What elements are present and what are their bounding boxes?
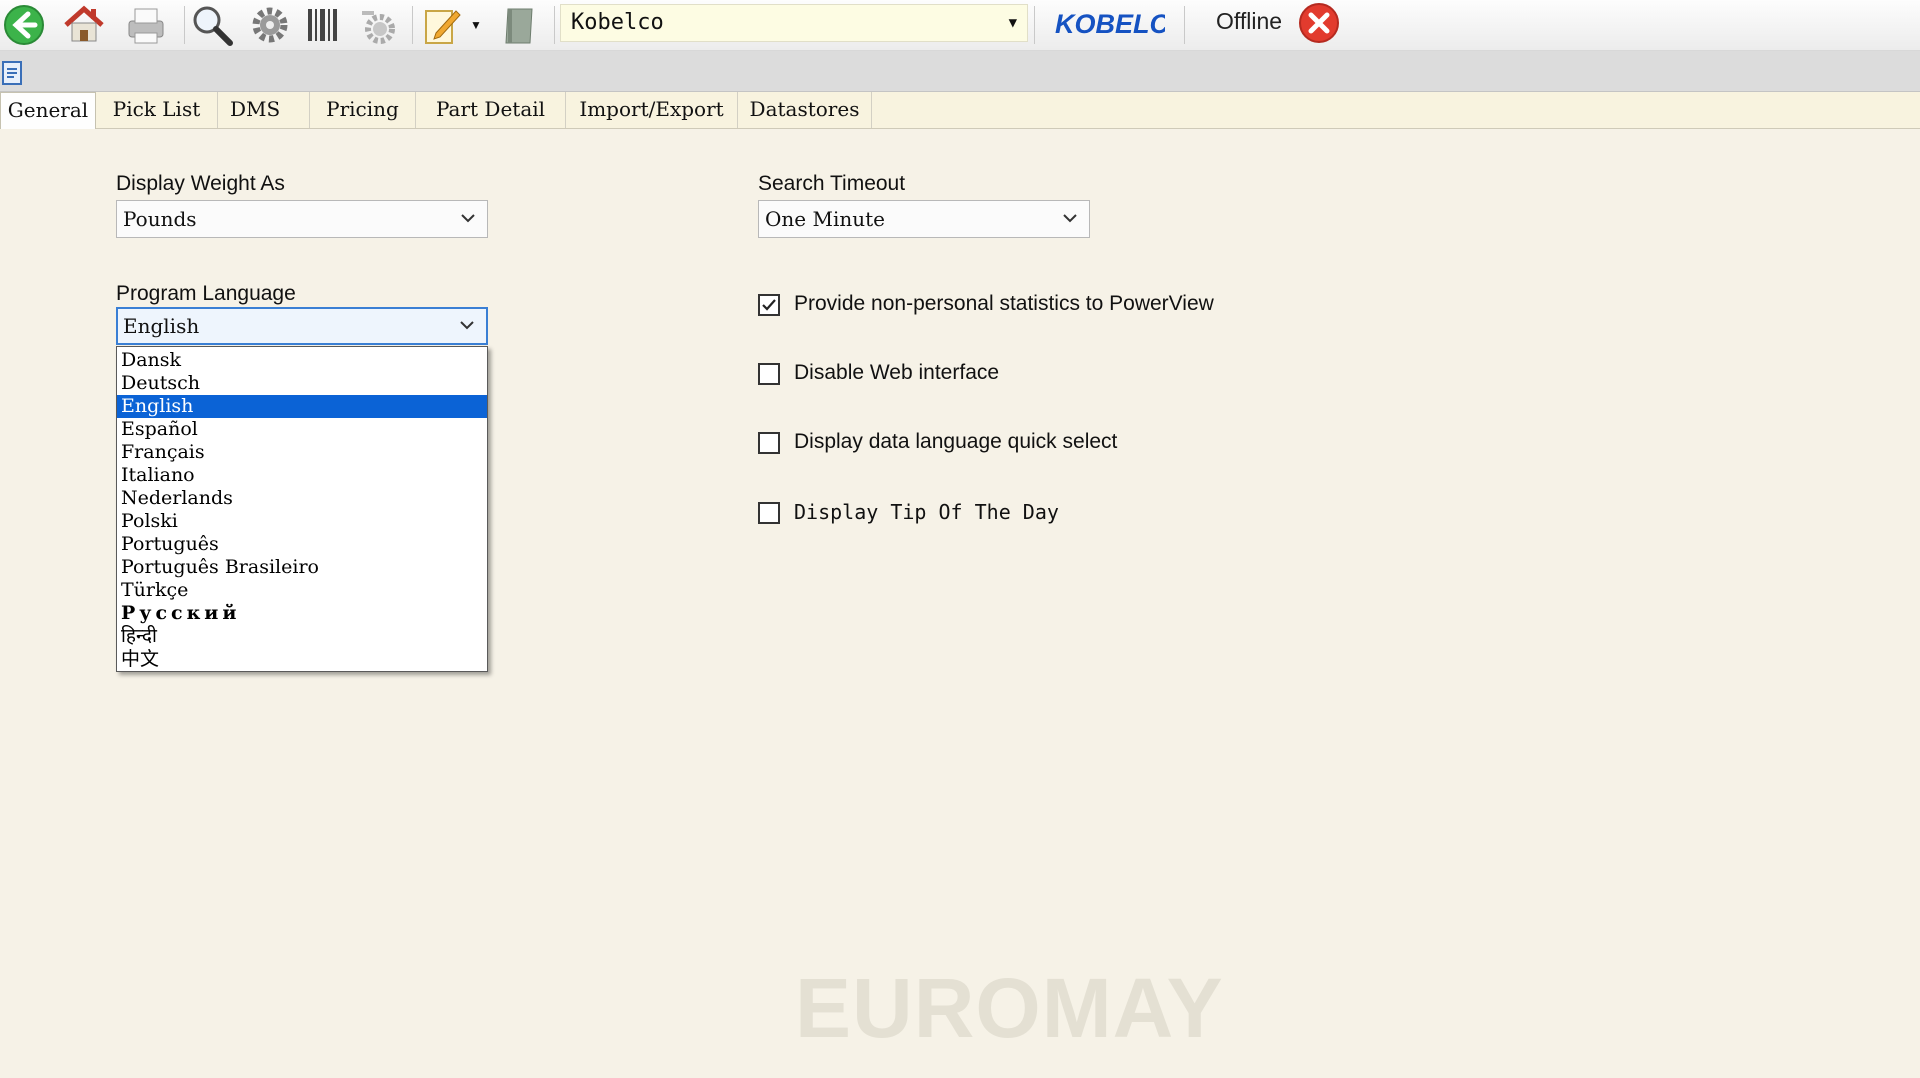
language-option-nederlands[interactable]: Nederlands bbox=[117, 487, 487, 510]
language-option-dansk[interactable]: Dansk bbox=[117, 349, 487, 372]
language-option-english[interactable]: English bbox=[117, 395, 487, 418]
statistics-checkbox-label: Provide non-personal statistics to Power… bbox=[794, 292, 1214, 315]
main-toolbar: ▼ Kobelco ▼ KOBELCO Offline bbox=[0, 0, 1920, 51]
language-option-espanol[interactable]: Español bbox=[117, 418, 487, 441]
tab-dms[interactable]: DMS bbox=[218, 92, 310, 128]
chevron-down-icon bbox=[461, 214, 475, 223]
print-icon[interactable] bbox=[124, 3, 168, 47]
notepad-icon[interactable] bbox=[420, 3, 464, 47]
document-icon[interactable] bbox=[2, 61, 24, 85]
kobelco-logo: KOBELCO bbox=[1055, 9, 1165, 39]
chevron-down-icon: ▼ bbox=[1008, 15, 1017, 31]
language-option-polski[interactable]: Polski bbox=[117, 510, 487, 533]
program-language-dropdown-list: Dansk Deutsch English Español Français I… bbox=[116, 346, 488, 672]
svg-text:KOBELCO: KOBELCO bbox=[1055, 9, 1165, 39]
language-option-portugues-brasileiro[interactable]: Português Brasileiro bbox=[117, 556, 487, 579]
toolbar-separator bbox=[1184, 6, 1185, 44]
tab-import-export[interactable]: Import/Export bbox=[566, 92, 738, 128]
search-timeout-value: One Minute bbox=[765, 207, 885, 231]
language-option-russian[interactable]: Русский bbox=[117, 602, 487, 625]
book-icon[interactable] bbox=[498, 3, 542, 47]
tip-of-day-checkbox-label: Display Tip Of The Day bbox=[794, 500, 1059, 524]
language-option-hindi[interactable]: हिन्दी bbox=[117, 625, 487, 648]
home-icon[interactable] bbox=[62, 3, 106, 47]
display-weight-value: Pounds bbox=[123, 207, 197, 231]
toolbar-separator bbox=[1034, 6, 1035, 44]
tab-general[interactable]: General bbox=[0, 92, 96, 129]
barcode-icon[interactable] bbox=[302, 3, 346, 47]
offline-close-icon[interactable] bbox=[1298, 2, 1340, 44]
tab-pick-list[interactable]: Pick List bbox=[96, 92, 218, 128]
back-arrow-icon[interactable] bbox=[2, 3, 46, 47]
language-option-deutsch[interactable]: Deutsch bbox=[117, 372, 487, 395]
notepad-dropdown-arrow[interactable]: ▼ bbox=[470, 18, 482, 32]
search-timeout-label: Search Timeout bbox=[758, 172, 906, 195]
program-language-value: English bbox=[123, 314, 200, 338]
search-icon[interactable] bbox=[190, 3, 234, 47]
disable-web-checkbox[interactable] bbox=[758, 363, 780, 385]
display-weight-label: Display Weight As bbox=[116, 172, 285, 195]
language-quick-select-checkbox-row[interactable]: Display data language quick select bbox=[758, 430, 1258, 460]
language-option-francais[interactable]: Français bbox=[117, 441, 487, 464]
statistics-checkbox[interactable] bbox=[758, 294, 780, 316]
language-option-portugues[interactable]: Português bbox=[117, 533, 487, 556]
disable-web-checkbox-row[interactable]: Disable Web interface bbox=[758, 361, 1258, 391]
search-timeout-select[interactable]: One Minute bbox=[758, 200, 1090, 238]
chevron-down-icon bbox=[1063, 214, 1077, 223]
tip-of-day-checkbox-row[interactable]: Display Tip Of The Day bbox=[758, 500, 1258, 530]
watermark: EUROMAY bbox=[795, 961, 1224, 1055]
chevron-down-icon bbox=[460, 321, 474, 330]
database-select[interactable]: Kobelco ▼ bbox=[560, 4, 1028, 42]
language-option-italiano[interactable]: Italiano bbox=[117, 464, 487, 487]
tip-of-day-checkbox[interactable] bbox=[758, 502, 780, 524]
checkmark-icon bbox=[762, 299, 776, 311]
toolbar-separator bbox=[554, 6, 555, 44]
toolbar-separator bbox=[412, 6, 413, 44]
statistics-checkbox-row[interactable]: Provide non-personal statistics to Power… bbox=[758, 292, 1258, 322]
tab-pricing[interactable]: Pricing bbox=[310, 92, 416, 128]
language-quick-select-checkbox[interactable] bbox=[758, 432, 780, 454]
disable-web-checkbox-label: Disable Web interface bbox=[794, 361, 1000, 384]
secondary-toolbar bbox=[0, 51, 1920, 92]
database-select-value: Kobelco bbox=[571, 10, 664, 35]
gear-icon[interactable] bbox=[248, 3, 292, 47]
tab-datastores[interactable]: Datastores bbox=[738, 92, 872, 128]
language-option-chinese[interactable]: 中文 bbox=[117, 648, 487, 671]
toolbar-separator bbox=[184, 6, 185, 44]
language-option-turkce[interactable]: Türkçe bbox=[117, 579, 487, 602]
tab-part-detail[interactable]: Part Detail bbox=[416, 92, 566, 128]
display-weight-select[interactable]: Pounds bbox=[116, 200, 488, 238]
program-language-select[interactable]: English bbox=[116, 307, 488, 345]
connection-status: Offline bbox=[1216, 8, 1283, 34]
program-language-label: Program Language bbox=[116, 282, 296, 305]
settings-icon[interactable] bbox=[356, 3, 400, 47]
tab-bar: General Pick List DMS Pricing Part Detai… bbox=[0, 92, 1920, 129]
language-quick-select-checkbox-label: Display data language quick select bbox=[794, 430, 1118, 453]
